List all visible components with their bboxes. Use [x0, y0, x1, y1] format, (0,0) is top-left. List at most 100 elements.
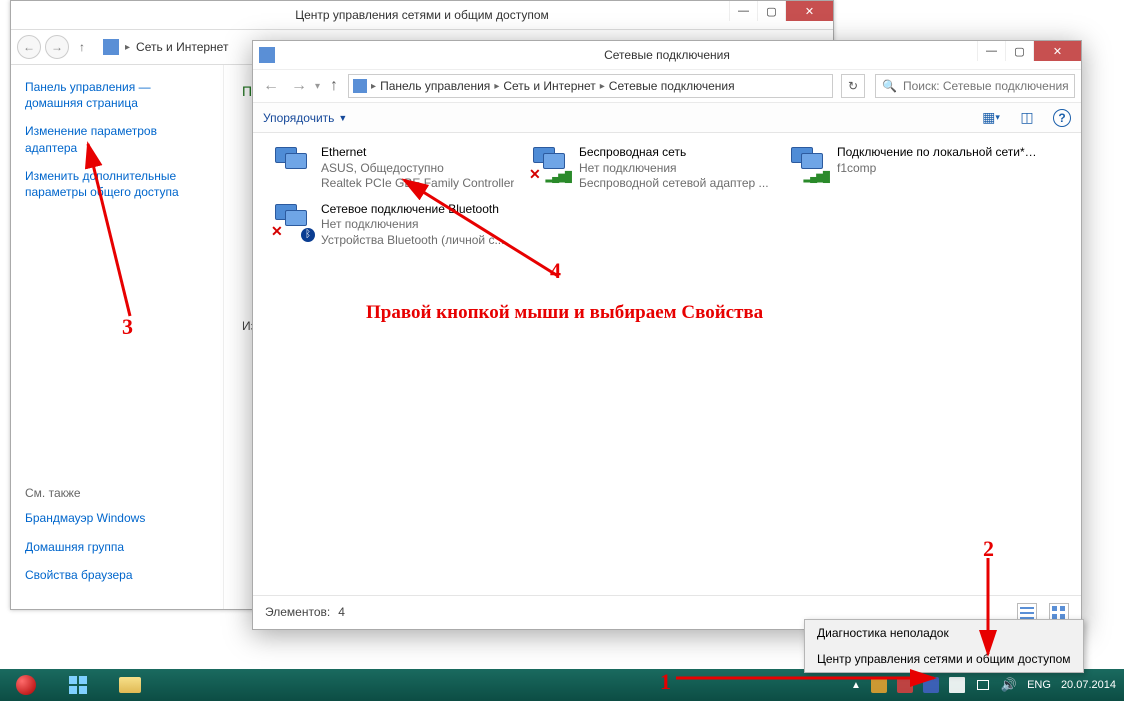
- network-icon: [353, 79, 367, 93]
- breadcrumb-segment[interactable]: Сеть и Интернет: [503, 79, 595, 93]
- opera-icon: [16, 675, 36, 695]
- chevron-right-icon: ▸: [371, 81, 376, 92]
- help-button[interactable]: ?: [1053, 109, 1071, 127]
- minimize-button[interactable]: —: [977, 41, 1005, 61]
- sidebar-link-home[interactable]: Панель управления — домашняя страница: [25, 79, 209, 111]
- back-button[interactable]: ←: [17, 35, 41, 59]
- system-tray: ▲ 🔊 ENG 20.07.2014: [843, 677, 1124, 693]
- window-controls: — ▢ ✕: [729, 1, 833, 21]
- bluetooth-icon: ᛒ: [301, 228, 315, 242]
- connection-name: Ethernet: [321, 145, 514, 161]
- taskbar-left: [0, 669, 156, 701]
- connection-text: Подключение по локальной сети* 14f1comp: [837, 145, 1037, 192]
- breadcrumb-segment[interactable]: Сеть и Интернет: [136, 40, 228, 54]
- window-titlebar[interactable]: Центр управления сетями и общим доступом…: [11, 1, 833, 29]
- up-icon[interactable]: ↑: [79, 40, 85, 54]
- chevron-down-icon: ▼: [338, 113, 347, 123]
- command-bar: Упорядочить ▼ ▦ ▾ ◫ ?: [253, 103, 1081, 133]
- view-options-button[interactable]: ▦ ▾: [981, 108, 1001, 128]
- connection-device: Беспроводной сетевой адаптер ...: [579, 176, 769, 192]
- connection-status: Нет подключения: [579, 161, 769, 177]
- connection-name: Беспроводная сеть: [579, 145, 769, 161]
- search-box[interactable]: 🔍: [875, 74, 1075, 98]
- tiles-icon: [69, 676, 87, 694]
- maximize-button[interactable]: ▢: [1005, 41, 1033, 61]
- disabled-x-icon: ✕: [271, 223, 283, 240]
- connection-text: EthernetASUS, ОбщедоступноRealtek PCIe G…: [321, 145, 514, 192]
- details-view-button[interactable]: [1017, 603, 1037, 621]
- taskbar[interactable]: ▲ 🔊 ENG 20.07.2014: [0, 669, 1124, 701]
- preview-pane-button[interactable]: ◫: [1017, 108, 1037, 128]
- sidebar-link-advanced-sharing[interactable]: Изменить дополнительные параметры общего…: [25, 168, 209, 200]
- tray-volume-icon[interactable]: 🔊: [1001, 677, 1017, 693]
- sidebar-link-firewall[interactable]: Брандмауэр Windows: [25, 510, 209, 526]
- icons-view-button[interactable]: [1049, 603, 1069, 621]
- tray-date: 20.07.2014: [1061, 679, 1116, 692]
- window-title: Центр управления сетями и общим доступом: [295, 8, 549, 22]
- taskbar-app-tiles[interactable]: [52, 669, 104, 701]
- connection-item[interactable]: ✕ ▂▄▆█ Беспроводная сетьНет подключенияБес…: [525, 143, 783, 194]
- status-count: 4: [338, 605, 345, 619]
- sidebar-link-adapter-settings[interactable]: Изменение параметров адаптера: [25, 123, 209, 155]
- menu-item-diagnose[interactable]: Диагностика неполадок: [805, 620, 1083, 646]
- connection-icon: ✕ ▂▄▆█: [529, 145, 571, 183]
- menu-item-network-center[interactable]: Центр управления сетями и общим доступом: [805, 646, 1083, 672]
- tray-context-menu: Диагностика неполадок Центр управления с…: [804, 619, 1084, 673]
- connection-icon: ✕ᛒ: [271, 202, 313, 240]
- up-button[interactable]: ↑: [330, 77, 338, 95]
- sidebar-link-browser-props[interactable]: Свойства браузера: [25, 567, 209, 583]
- network-connections-window: Сетевые подключения — ▢ ✕ ← → ▾ ↑ ▸ Пане…: [252, 40, 1082, 630]
- forward-button[interactable]: →: [287, 74, 311, 98]
- connection-text: Беспроводная сетьНет подключенияБеспрово…: [579, 145, 769, 192]
- connection-text: Сетевое подключение BluetoothНет подключ…: [321, 202, 504, 249]
- status-label: Элементов:: [265, 605, 330, 619]
- connection-status: ASUS, Общедоступно: [321, 161, 514, 177]
- connection-status: Нет подключения: [321, 217, 504, 233]
- connections-area[interactable]: EthernetASUS, ОбщедоступноRealtek PCIe G…: [253, 133, 1081, 595]
- disabled-x-icon: ✕: [529, 166, 541, 183]
- connection-device: Устройства Bluetooth (личной с...: [321, 233, 504, 249]
- window-titlebar[interactable]: Сетевые подключения — ▢ ✕: [253, 41, 1081, 69]
- sidebar-seealso-heading: См. также: [25, 486, 209, 500]
- breadcrumb-segment[interactable]: Сетевые подключения: [609, 79, 735, 93]
- tray-app-icon[interactable]: [897, 677, 913, 693]
- connection-name: Подключение по локальной сети* 14: [837, 145, 1037, 161]
- taskbar-app-explorer[interactable]: [104, 669, 156, 701]
- tray-overflow-icon[interactable]: ▲: [851, 680, 861, 691]
- address-bar[interactable]: ▸ Панель управления ▸ Сеть и Интернет ▸ …: [348, 74, 833, 98]
- connection-item[interactable]: EthernetASUS, ОбщедоступноRealtek PCIe G…: [267, 143, 525, 194]
- recent-dropdown-icon[interactable]: ▾: [315, 81, 320, 92]
- minimize-button[interactable]: —: [729, 1, 757, 21]
- breadcrumb-segment[interactable]: Панель управления: [380, 79, 490, 93]
- wifi-signal-icon: ▂▄▆█: [545, 172, 571, 183]
- forward-button[interactable]: →: [45, 35, 69, 59]
- tray-flag-icon[interactable]: [949, 677, 965, 693]
- close-button[interactable]: ✕: [785, 1, 833, 21]
- network-icon: [103, 39, 119, 55]
- organize-label: Упорядочить: [263, 111, 334, 125]
- connection-icon: [271, 145, 313, 183]
- connection-icon: ▂▄▆█: [787, 145, 829, 183]
- explorer-icon: [119, 677, 141, 693]
- chevron-right-icon: ▸: [494, 81, 499, 92]
- chevron-right-icon: ▸: [600, 81, 605, 92]
- back-button[interactable]: ←: [259, 74, 283, 98]
- tray-language[interactable]: ENG: [1027, 679, 1051, 691]
- connection-status: f1comp: [837, 161, 1037, 177]
- connection-item[interactable]: ✕ᛒСетевое подключение BluetoothНет подкл…: [267, 200, 525, 251]
- window-title: Сетевые подключения: [604, 48, 730, 62]
- tray-app-icon[interactable]: [923, 677, 939, 693]
- close-button[interactable]: ✕: [1033, 41, 1081, 61]
- search-icon: 🔍: [882, 79, 897, 93]
- connection-item[interactable]: ▂▄▆█Подключение по локальной сети* 14f1c…: [783, 143, 1041, 194]
- refresh-button[interactable]: ↻: [841, 74, 865, 98]
- search-input[interactable]: [903, 79, 1068, 93]
- tray-app-icon[interactable]: [871, 677, 887, 693]
- window-controls: — ▢ ✕: [977, 41, 1081, 61]
- tray-clock[interactable]: 20.07.2014: [1061, 679, 1116, 692]
- sidebar-link-homegroup[interactable]: Домашняя группа: [25, 539, 209, 555]
- taskbar-app-opera[interactable]: [0, 669, 52, 701]
- maximize-button[interactable]: ▢: [757, 1, 785, 21]
- organize-menu[interactable]: Упорядочить ▼: [263, 111, 347, 125]
- tray-network-icon[interactable]: [975, 678, 991, 692]
